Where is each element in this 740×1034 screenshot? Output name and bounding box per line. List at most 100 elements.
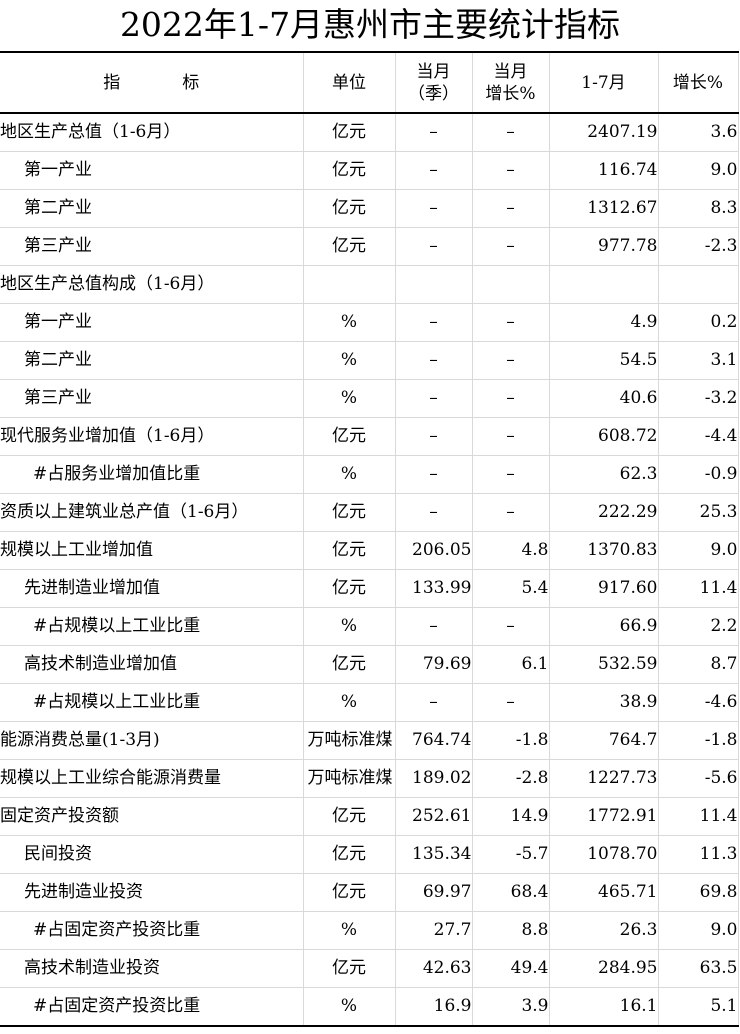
growth-cell: -1.8 xyxy=(658,721,739,760)
month-value-cell: 252.61 xyxy=(395,797,473,836)
ytd-value-cell: 62.3 xyxy=(549,455,659,494)
growth-cell: 69.8 xyxy=(658,873,739,912)
indicator-cell: 规模以上工业综合能源消费量 xyxy=(0,759,304,798)
unit-cell: 亿元 xyxy=(303,569,396,608)
indicator-cell: 第二产业 xyxy=(0,189,304,228)
month-value-cell: – xyxy=(395,455,473,494)
indicator-cell: 第二产业 xyxy=(0,341,304,380)
month-growth-cell: 8.8 xyxy=(472,911,550,950)
header-growth: 增长% xyxy=(658,51,739,114)
ytd-value-cell: 222.29 xyxy=(549,493,659,532)
unit-cell: % xyxy=(303,911,396,950)
indicator-cell: 高技术制造业投资 xyxy=(0,949,304,988)
ytd-value-cell xyxy=(549,265,659,304)
indicator-cell: #占规模以上工业比重 xyxy=(0,683,304,722)
growth-cell: 5.1 xyxy=(658,987,739,1027)
unit-cell: % xyxy=(303,341,396,380)
month-growth-cell: – xyxy=(472,189,550,228)
unit-cell: 亿元 xyxy=(303,113,396,152)
month-growth-cell: – xyxy=(472,303,550,342)
ytd-value-cell: 116.74 xyxy=(549,151,659,190)
ytd-value-cell: 26.3 xyxy=(549,911,659,950)
unit-cell xyxy=(303,265,396,304)
growth-cell: 2.2 xyxy=(658,607,739,646)
ytd-value-cell: 1312.67 xyxy=(549,189,659,228)
month-value-cell: – xyxy=(395,683,473,722)
month-growth-cell xyxy=(472,265,550,304)
header-month-growth-line1: 当月 xyxy=(493,61,528,82)
page-title: 2022年1-7月惠州市主要统计指标 xyxy=(119,5,621,44)
month-growth-cell: – xyxy=(472,341,550,380)
month-value-cell: 79.69 xyxy=(395,645,473,684)
header-unit: 单位 xyxy=(303,51,396,114)
header-indicator: 指标 xyxy=(0,51,304,114)
statistics-table: 指标 单位 当月 （季） 当月 增长% 1-7月 增长% 地区生产总值（1-6月）亿… xyxy=(0,51,739,1027)
table-row: 先进制造业投资 亿元 69.97 68.4 465.71 69.8 xyxy=(0,873,739,912)
month-growth-cell: – xyxy=(472,455,550,494)
ytd-value-cell: 917.60 xyxy=(549,569,659,608)
month-value-cell: 764.74 xyxy=(395,721,473,760)
ytd-value-cell: 465.71 xyxy=(549,873,659,912)
header-ytd: 1-7月 xyxy=(549,51,659,114)
unit-cell: 万吨标准煤 xyxy=(303,721,396,760)
table-row: 能源消费总量(1-3月) 万吨标准煤 764.74 -1.8 764.7 -1.8 xyxy=(0,721,739,760)
header-indicator-left: 指 xyxy=(103,72,121,93)
growth-cell: -4.6 xyxy=(658,683,739,722)
header-month-line2: （季） xyxy=(408,83,459,104)
indicator-cell: 资质以上建筑业总产值（1-6月） xyxy=(0,493,304,532)
month-growth-cell: 3.9 xyxy=(472,987,550,1027)
table-header: 指标 单位 当月 （季） 当月 增长% 1-7月 增长% xyxy=(0,51,739,114)
month-value-cell: – xyxy=(395,189,473,228)
unit-cell: 亿元 xyxy=(303,797,396,836)
ytd-value-cell: 284.95 xyxy=(549,949,659,988)
month-growth-cell: – xyxy=(472,683,550,722)
growth-cell: 9.0 xyxy=(658,151,739,190)
growth-cell: 11.4 xyxy=(658,569,739,608)
unit-cell: % xyxy=(303,607,396,646)
unit-cell: 亿元 xyxy=(303,645,396,684)
ytd-value-cell: 608.72 xyxy=(549,417,659,456)
ytd-value-cell: 40.6 xyxy=(549,379,659,418)
ytd-value-cell: 4.9 xyxy=(549,303,659,342)
unit-cell: % xyxy=(303,987,396,1027)
month-value-cell: – xyxy=(395,151,473,190)
table-row: #占固定资产投资比重% 27.7 8.8 26.3 9.0 xyxy=(0,911,739,950)
indicator-cell: 高技术制造业增加值 xyxy=(0,645,304,684)
month-growth-cell: 6.1 xyxy=(472,645,550,684)
ytd-value-cell: 16.1 xyxy=(549,987,659,1027)
unit-cell: 万吨标准煤 xyxy=(303,759,396,798)
month-value-cell: 133.99 xyxy=(395,569,473,608)
growth-cell: -0.9 xyxy=(658,455,739,494)
month-value-cell: 69.97 xyxy=(395,873,473,912)
table-row: 第二产业% – –54.5 3.1 xyxy=(0,341,739,380)
ytd-value-cell: 977.78 xyxy=(549,227,659,266)
growth-cell: 9.0 xyxy=(658,531,739,570)
table-row: 高技术制造业投资 亿元 42.63 49.4 284.95 63.5 xyxy=(0,949,739,988)
table-row: 第一产业 亿元 – –116.74 9.0 xyxy=(0,151,739,190)
month-value-cell: – xyxy=(395,417,473,456)
indicator-cell: 第三产业 xyxy=(0,379,304,418)
indicator-cell: 第一产业 xyxy=(0,151,304,190)
month-growth-cell: – xyxy=(472,417,550,456)
indicator-cell: 民间投资 xyxy=(0,835,304,874)
unit-cell: 亿元 xyxy=(303,227,396,266)
table-body: 地区生产总值（1-6月） 亿元 – –2407.19 3.6 第一产业 亿元 – –116.74… xyxy=(0,113,739,1027)
table-row: #占服务业增加值比重% – –62.3 -0.9 xyxy=(0,455,739,494)
month-value-cell: – xyxy=(395,379,473,418)
growth-cell: 3.1 xyxy=(658,341,739,380)
ytd-value-cell: 764.7 xyxy=(549,721,659,760)
table-row: 规模以上工业综合能源消费量 万吨标准煤 189.02 -2.8 1227.73 -5.6 xyxy=(0,759,739,798)
month-value-cell: – xyxy=(395,341,473,380)
indicator-cell: #占规模以上工业比重 xyxy=(0,607,304,646)
unit-cell: 亿元 xyxy=(303,949,396,988)
month-value-cell: 206.05 xyxy=(395,531,473,570)
table-row: 规模以上工业增加值 亿元 206.05 4.8 1370.83 9.0 xyxy=(0,531,739,570)
month-growth-cell: 5.4 xyxy=(472,569,550,608)
month-value-cell: – xyxy=(395,607,473,646)
indicator-cell: 地区生产总值构成（1-6月） xyxy=(0,265,304,304)
unit-cell: % xyxy=(303,303,396,342)
growth-cell: 11.3 xyxy=(658,835,739,874)
month-growth-cell: 4.8 xyxy=(472,531,550,570)
month-growth-cell: – xyxy=(472,607,550,646)
growth-cell: -4.4 xyxy=(658,417,739,456)
